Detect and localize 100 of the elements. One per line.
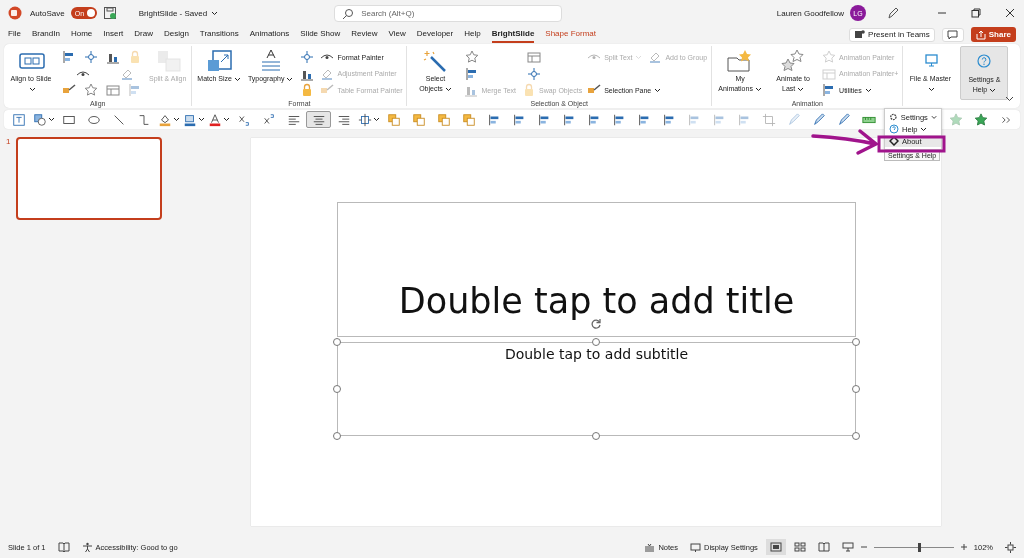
ribbon-tab[interactable]: Review [351,26,378,43]
fit-to-window-icon[interactable] [1005,541,1016,553]
caret-icon [233,76,241,82]
title-text: Double tap to add title [398,284,795,319]
close-icon[interactable] [1004,7,1016,19]
search-field[interactable]: Search (Alt+Q) [334,4,563,22]
search-icon[interactable] [342,7,355,20]
monitor-icon [690,541,702,553]
share-button[interactable]: Share [970,27,1016,42]
align-objects-icon [611,112,626,127]
text-box-icon [11,112,26,127]
save-icon[interactable] [102,6,117,20]
align-objects-icon [586,112,601,127]
present-in-teams-button[interactable]: Present in Teams [849,27,935,42]
star-icon [973,112,988,127]
share-icon [975,29,986,40]
ribbon-tab[interactable]: Animations [249,26,290,43]
pen-icon [836,112,851,127]
star-outline-icon [822,50,837,64]
slide-thumbnail[interactable] [16,137,163,220]
squares-icon [205,48,234,74]
ribbon-tab[interactable]: File [8,26,21,43]
normal-view-icon[interactable] [765,539,786,555]
align-objects-icon [511,112,526,127]
crosshair-icon[interactable] [299,50,316,64]
ribbon-tab[interactable]: BrandIn [31,26,60,43]
caret-icon [444,86,452,92]
caret-icon [28,86,36,92]
caret-icon [989,87,997,93]
resize-handle[interactable] [851,432,860,440]
crosshair-icon[interactable] [83,50,99,64]
crosshair-icon[interactable] [526,66,543,81]
rotate-handle[interactable] [590,318,602,330]
ribbon-tab[interactable]: Insert [103,26,124,43]
zoom-in-icon[interactable] [959,543,968,551]
diamond-icon [889,136,899,146]
ribbon-tab[interactable]: Developer [416,26,454,43]
annotation-arrow [811,129,878,155]
caret-icon [211,10,219,16]
crop-icon [761,112,776,127]
superscript-icon [261,112,276,127]
toolbar-button[interactable] [356,111,381,128]
toolbar-button[interactable] [31,111,56,128]
title-placeholder[interactable]: Double tap to add title [337,202,856,337]
caret-icon [654,87,662,93]
toolbar-button[interactable] [306,111,331,128]
comments-button[interactable] [941,27,964,42]
star-outline-icon[interactable] [464,50,481,64]
resize-handle[interactable] [592,432,601,440]
caret-icon [372,117,380,122]
ribbon-tab[interactable]: Shape Format [545,26,597,43]
align-objects-icon [661,112,676,127]
notes-icon [644,541,656,553]
book-icon[interactable] [57,542,70,552]
presentation-app-icon[interactable] [8,6,22,20]
pen-icon[interactable] [886,6,900,20]
pen-icon [786,112,801,127]
panel-icon[interactable] [105,83,121,97]
ribbon-tab[interactable]: View [388,26,406,43]
document-title[interactable]: BrightSlide - Saved [138,8,219,18]
gear-icon [889,112,898,122]
zoom-out-icon[interactable] [859,543,868,551]
resize-handle[interactable] [333,338,341,346]
comment-icon [947,29,959,40]
chevron-down-icon[interactable] [1005,96,1014,102]
font-color-icon [207,112,222,127]
caret-icon [172,117,180,122]
help-icon [889,124,899,134]
align-objects-icon [486,112,501,127]
panel-icon[interactable] [526,50,543,64]
ribbon-tab[interactable]: Transitions [199,26,239,43]
resize-handle[interactable] [851,338,860,346]
pen-icon [811,112,826,127]
ribbon-tab[interactable]: Draw [134,26,153,43]
ribbon-tab[interactable]: Help [464,26,481,43]
resize-handle[interactable] [851,385,860,393]
resize-handle[interactable] [592,338,601,346]
user-name[interactable]: Lauren Goodfellow [776,8,844,18]
autosave-label: AutoSave [30,8,65,18]
ribbon-tab[interactable]: Home [70,26,93,43]
resize-handle[interactable] [333,385,341,393]
pen-color-icon [182,112,197,127]
caret-icon [754,86,762,92]
align-objects-icon [736,112,751,127]
resize-handle[interactable] [333,432,341,440]
ribbon-tab[interactable]: Slide Show [300,26,341,43]
caret-icon [797,86,805,92]
subtitle-placeholder[interactable]: Double tap to add subtitle [337,342,856,436]
ribbon-tab[interactable]: BrightSlide [491,26,535,43]
caret-icon [286,76,294,82]
teams-icon [854,29,866,40]
restore-icon[interactable] [970,7,982,19]
paint-icon [648,50,663,64]
caret-icon [222,117,230,122]
caret-icon [864,87,872,93]
align-objects-icon [686,112,701,127]
align-objects-icon [636,112,651,127]
star-outline-icon[interactable] [83,83,99,97]
caret-icon [635,54,643,60]
ribbon-tab[interactable]: Design [163,26,189,43]
